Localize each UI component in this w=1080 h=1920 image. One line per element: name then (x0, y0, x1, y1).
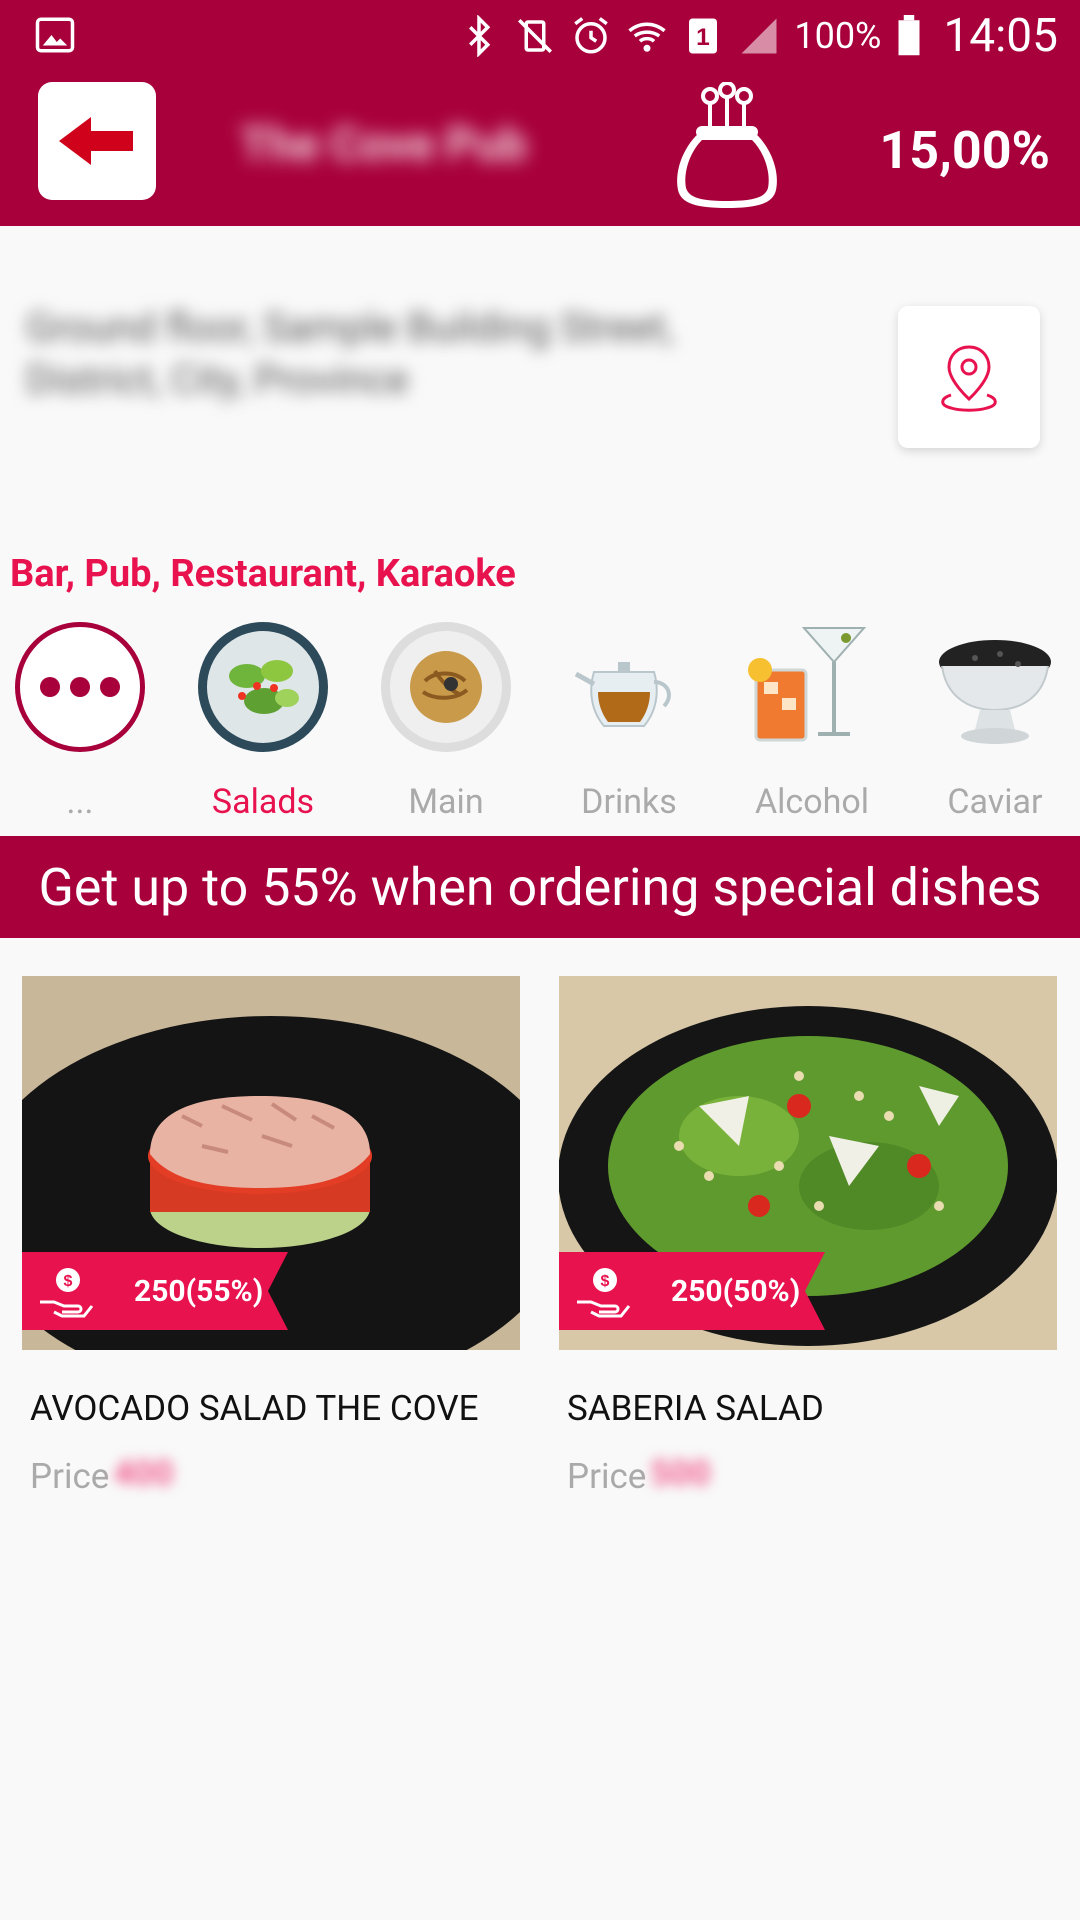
dish-price: Price 500 (559, 1453, 1057, 1499)
price-value: 500 (650, 1453, 711, 1494)
svg-text:$: $ (64, 1273, 73, 1290)
battery-icon (898, 15, 920, 56)
category-alcohol[interactable]: Alcohol (722, 618, 902, 822)
cashback-badge: $ 250(50%) (559, 1252, 825, 1330)
image-icon (35, 17, 75, 53)
dish-photo[interactable]: $ 250(55%) (22, 976, 520, 1350)
category-label: Alcohol (754, 782, 870, 822)
price-label: Price (567, 1455, 647, 1497)
svg-text:1: 1 (697, 24, 711, 51)
back-arrow-icon (59, 117, 133, 165)
svg-text:$: $ (601, 1273, 610, 1290)
sim-icon: 1 (689, 18, 718, 54)
wifi-icon (628, 22, 666, 52)
money-hand-icon: $ (577, 1268, 631, 1318)
battery-percent: 100% (794, 15, 882, 57)
caviar-icon (930, 622, 1060, 752)
venue-address: Ground floor, Sample Building Street, Di… (26, 304, 674, 403)
category-salads[interactable]: Salads (173, 618, 353, 822)
pasta-icon (381, 622, 511, 752)
cashback-badge: $ 250(55%) (22, 1252, 288, 1330)
category-drinks[interactable]: Drinks (539, 618, 719, 822)
money-hand-icon: $ (40, 1268, 94, 1318)
dish-card[interactable]: $ 250(55%) AVOCADO SALAD THE COVE Price … (22, 976, 520, 1499)
category-label: Drinks (581, 782, 677, 822)
vibrate-off-icon (518, 19, 553, 53)
price-value: 400 (113, 1453, 174, 1494)
category-caviar[interactable]: Caviar (905, 618, 1080, 822)
dish-photo[interactable]: $ 250(50%) (559, 976, 1057, 1350)
bluetooth-icon (469, 15, 491, 57)
dish-title: SABERIA SALAD (567, 1388, 824, 1429)
cashback-percent: 15,00% (879, 120, 1050, 181)
category-label: Caviar (947, 782, 1043, 822)
dish-card[interactable]: $ 250(50%) SABERIA SALAD Price 500 (559, 976, 1057, 1499)
map-pin-icon (941, 345, 997, 412)
promo-banner[interactable]: Get up to 55% when ordering special dish… (0, 836, 1080, 938)
status-bar: 1 100% 14:05 (0, 0, 1080, 72)
clock: 14:05 (943, 9, 1058, 63)
category-label: Salads (211, 782, 315, 822)
dish-price: Price 400 (22, 1453, 520, 1499)
salad-icon (198, 622, 328, 752)
category-carousel[interactable]: ... Salads Main Drinks Alcohol Caviar (0, 618, 1080, 822)
dish-title: AVOCADO SALAD THE COVE (30, 1388, 479, 1429)
price-label: Price (30, 1455, 110, 1497)
venue-categories: Bar, Pub, Restaurant, Karaoke (10, 552, 516, 596)
category-main[interactable]: Main (356, 618, 536, 822)
wallet-bag-icon[interactable] (672, 82, 782, 212)
map-location-button[interactable] (898, 306, 1040, 448)
signal-icon (741, 18, 777, 54)
category-label: ... (66, 782, 94, 822)
cocktail-icon (742, 622, 882, 752)
venue-name: The Cove Pub (240, 118, 527, 172)
teapot-icon (564, 622, 694, 752)
back-button[interactable] (38, 82, 156, 200)
category-more[interactable]: ... (0, 618, 170, 822)
more-icon (15, 622, 145, 752)
app-bar: The Cove Pub 15,00% (0, 72, 1080, 226)
alarm-icon (574, 17, 609, 54)
category-label: Main (408, 782, 484, 822)
